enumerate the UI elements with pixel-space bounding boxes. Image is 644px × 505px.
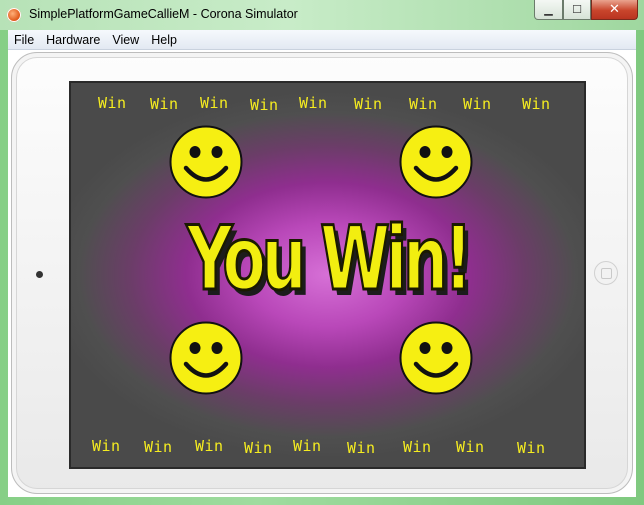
camera-dot — [36, 271, 43, 278]
you-win-headline: You Win! — [186, 206, 474, 312]
menu-hardware[interactable]: Hardware — [40, 33, 106, 47]
caption-buttons: ▁ ☐ ✕ — [534, 0, 638, 20]
menu-help[interactable]: Help — [145, 33, 183, 47]
smiley-icon — [169, 125, 243, 199]
win-label: Win — [299, 94, 328, 112]
window-title: SimplePlatformGameCallieM - Corona Simul… — [29, 7, 298, 21]
simulator-client-area: Win Win Win Win Win Win Win Win Win You … — [8, 50, 636, 497]
corona-app-icon[interactable] — [7, 8, 21, 22]
win-label: Win — [522, 95, 551, 113]
win-label: Win — [200, 94, 229, 112]
minimize-button[interactable]: ▁ — [534, 0, 563, 20]
top-win-row: Win Win Win Win Win Win Win Win Win — [71, 94, 584, 114]
win-label: Win — [347, 439, 376, 457]
close-button[interactable]: ✕ — [591, 0, 638, 20]
menu-view[interactable]: View — [106, 33, 145, 47]
win-label: Win — [150, 95, 179, 113]
win-label: Win — [92, 437, 121, 455]
win-label: Win — [409, 95, 438, 113]
win-label: Win — [456, 438, 485, 456]
win-label: Win — [517, 439, 546, 457]
win-label: Win — [195, 437, 224, 455]
smiley-icon — [399, 125, 473, 199]
win-label: Win — [354, 95, 383, 113]
tablet-device-frame: Win Win Win Win Win Win Win Win Win You … — [11, 52, 633, 494]
menu-file[interactable]: File — [8, 33, 40, 47]
maximize-button[interactable]: ☐ — [563, 0, 591, 20]
win-label: Win — [244, 439, 273, 457]
bottom-win-row: Win Win Win Win Win Win Win Win Win — [71, 437, 584, 457]
win-label: Win — [463, 95, 492, 113]
smiley-icon — [169, 321, 243, 395]
game-screen[interactable]: Win Win Win Win Win Win Win Win Win You … — [69, 81, 586, 469]
menu-bar: File Hardware View Help — [8, 30, 636, 50]
win-label: Win — [250, 96, 279, 114]
win-label: Win — [403, 438, 432, 456]
win-label: Win — [293, 437, 322, 455]
title-bar[interactable]: SimplePlatformGameCallieM - Corona Simul… — [0, 0, 644, 30]
win-label: Win — [144, 438, 173, 456]
home-button[interactable] — [594, 261, 618, 285]
simulator-window: SimplePlatformGameCallieM - Corona Simul… — [0, 0, 644, 505]
smiley-icon — [399, 321, 473, 395]
win-label: Win — [98, 94, 127, 112]
